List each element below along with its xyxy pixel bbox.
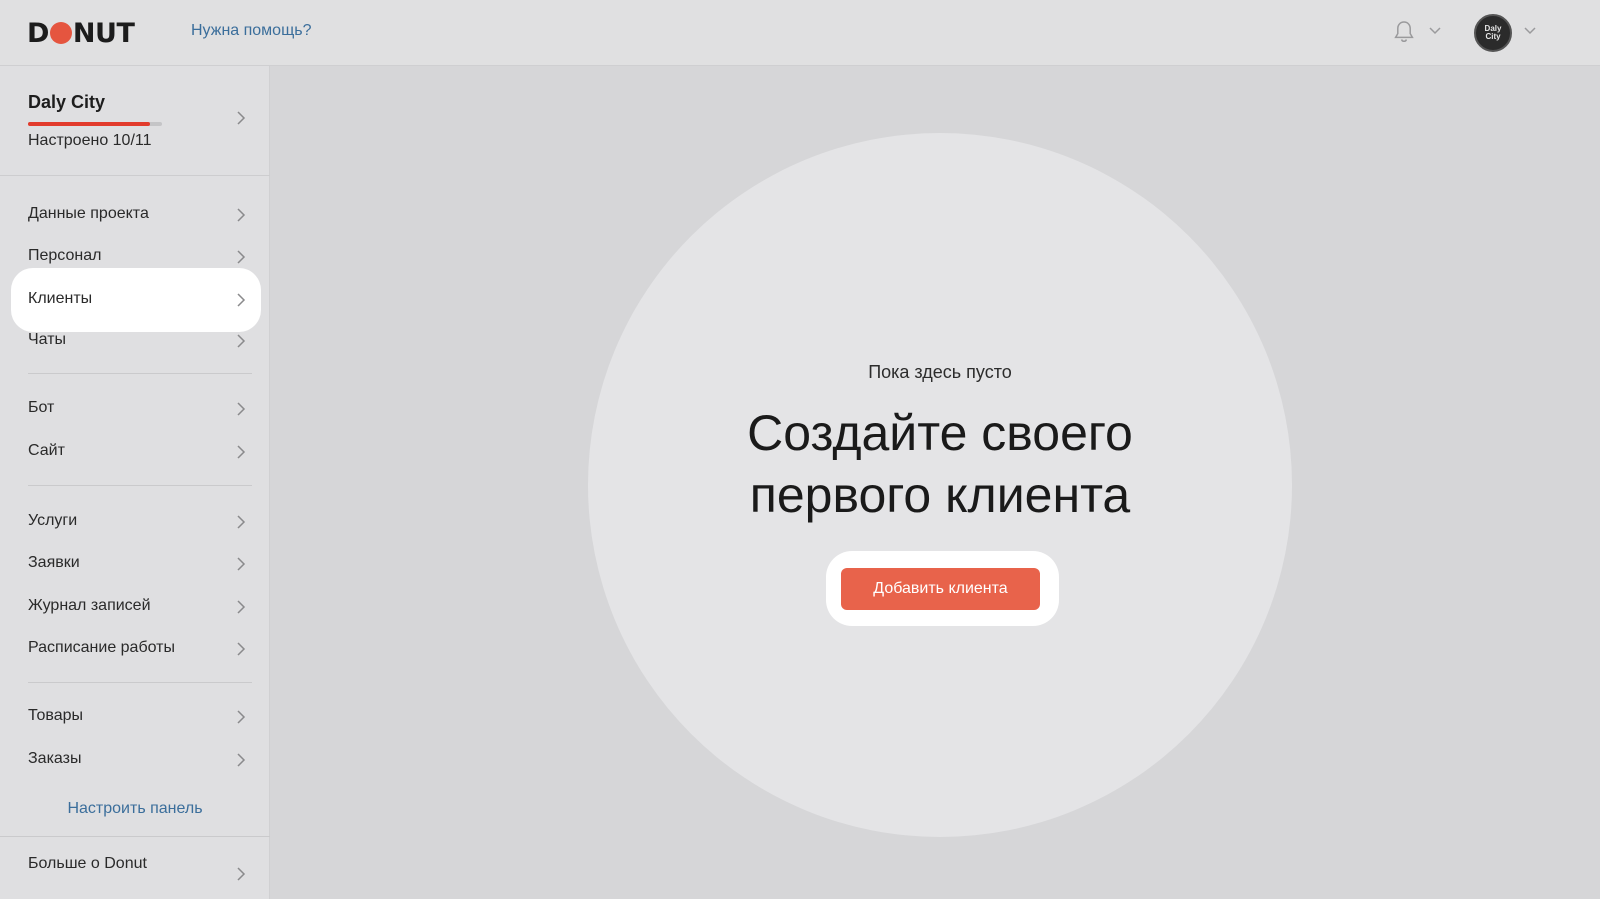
divider	[28, 485, 252, 486]
chevron-right-icon	[237, 600, 246, 614]
chevron-right-icon	[237, 293, 246, 307]
chevron-right-icon	[237, 710, 246, 724]
sidebar-item-chats[interactable]: Чаты	[0, 320, 270, 362]
chevron-right-icon	[237, 753, 246, 767]
help-link[interactable]: Нужна помощь?	[191, 22, 311, 40]
divider	[0, 836, 270, 837]
sidebar-item-label: Чаты	[28, 331, 67, 348]
sidebar-item-site[interactable]: Сайт	[0, 431, 270, 473]
sidebar-item-label: Бот	[28, 399, 55, 416]
chevron-right-icon	[237, 334, 246, 348]
sidebar-item-label: Персонал	[28, 247, 102, 264]
sidebar-item-project-data[interactable]: Данные проекта	[0, 194, 270, 236]
setup-progress-bar	[28, 122, 162, 126]
setup-status: Настроено 10/11	[28, 132, 152, 149]
project-selector[interactable]: Daly City Настроено 10/11	[0, 66, 270, 176]
chevron-right-icon	[237, 515, 246, 529]
chevron-right-icon	[237, 867, 246, 881]
sidebar-item-label: Расписание работы	[28, 639, 175, 656]
empty-state-title-line: Создайте своего	[747, 405, 1133, 461]
chevron-right-icon	[237, 402, 246, 416]
empty-state-title-line: первого клиента	[749, 467, 1131, 523]
sidebar-item-label: Сайт	[28, 442, 65, 459]
sidebar-item-label: Данные проекта	[28, 205, 149, 222]
avatar[interactable]: Daly City	[1474, 14, 1512, 52]
chevron-right-icon	[237, 445, 246, 459]
sidebar: Daly City Настроено 10/11 Данные проекта…	[0, 66, 270, 899]
logo-letters-nut: NUT	[72, 17, 135, 49]
chevron-right-icon	[237, 642, 246, 656]
chevron-right-icon	[237, 557, 246, 571]
logo-letter-d: D	[27, 17, 49, 49]
chevron-down-icon[interactable]	[1428, 26, 1442, 36]
sidebar-item-bookings-journal[interactable]: Журнал записей	[0, 586, 270, 628]
sidebar-item-work-schedule[interactable]: Расписание работы	[0, 628, 270, 670]
donut-logo[interactable]: D NUT	[27, 17, 135, 49]
customize-panel-link[interactable]: Настроить панель	[0, 800, 270, 818]
top-bar: D NUT Нужна помощь? Daly City	[0, 0, 1600, 66]
project-name: Daly City	[28, 92, 106, 112]
setup-progress-fill	[28, 122, 150, 126]
sidebar-item-orders[interactable]: Заказы	[0, 739, 270, 781]
add-client-button[interactable]: Добавить клиента	[841, 568, 1040, 610]
chevron-down-icon[interactable]	[1523, 26, 1537, 36]
sidebar-item-label: Журнал записей	[28, 597, 151, 614]
avatar-text: Daly City	[1484, 24, 1502, 41]
sidebar-item-label: Заявки	[28, 554, 80, 571]
sidebar-item-label: Клиенты	[28, 290, 93, 307]
divider	[28, 682, 252, 683]
empty-state-title: Создайте своего первого клиента	[588, 402, 1292, 526]
sidebar-item-clients[interactable]: Клиенты	[0, 268, 270, 332]
sidebar-item-more-about-donut[interactable]: Больше о Donut	[0, 844, 270, 886]
chevron-right-icon	[237, 208, 246, 222]
sidebar-item-label: Больше о Donut	[28, 855, 147, 872]
empty-state-subtitle: Пока здесь пусто	[868, 362, 1012, 382]
sidebar-item-label: Заказы	[28, 750, 82, 767]
logo-dot	[49, 22, 72, 44]
sidebar-item-bot[interactable]: Бот	[0, 388, 270, 430]
chevron-right-icon	[237, 111, 246, 125]
sidebar-item-requests[interactable]: Заявки	[0, 543, 270, 585]
chevron-right-icon	[237, 250, 246, 264]
divider	[28, 373, 252, 374]
sidebar-item-services[interactable]: Услуги	[0, 501, 270, 543]
bell-icon[interactable]	[1393, 20, 1415, 44]
sidebar-item-goods[interactable]: Товары	[0, 696, 270, 738]
sidebar-item-label: Услуги	[28, 512, 78, 529]
sidebar-item-label: Товары	[28, 707, 84, 724]
